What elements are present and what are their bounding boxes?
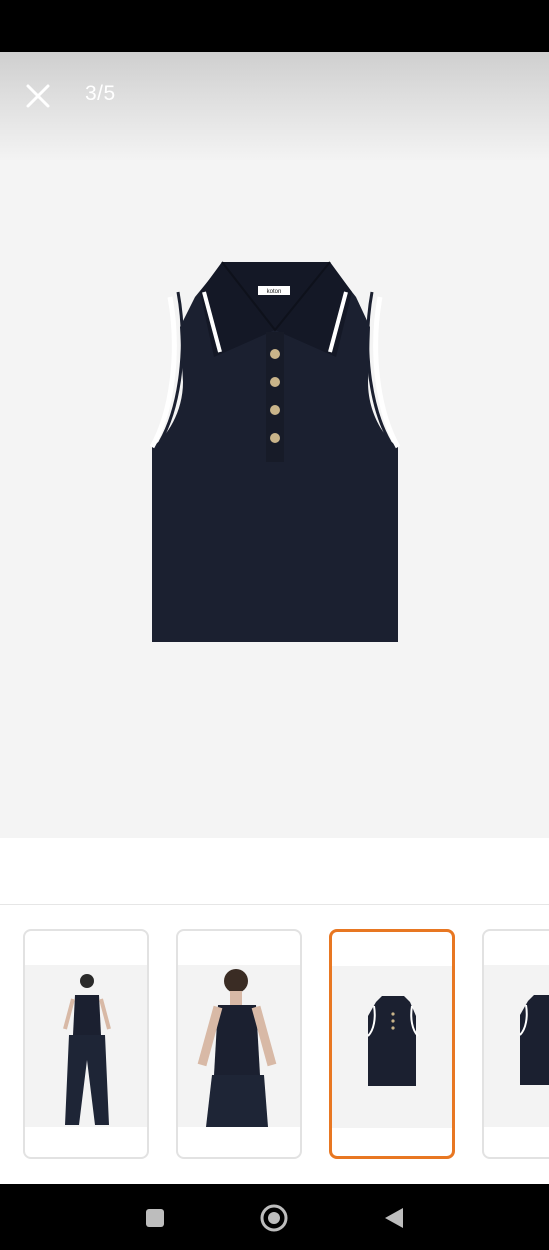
garment-label: koton <box>267 289 282 295</box>
status-bar <box>0 0 549 52</box>
top-gradient <box>0 52 549 162</box>
thumbnail-2[interactable] <box>176 929 302 1159</box>
thumbnail-image <box>25 965 147 1127</box>
spacer <box>0 838 549 904</box>
thumbnail-4[interactable] <box>482 929 549 1159</box>
thumbnail-1[interactable] <box>23 929 149 1159</box>
back-button[interactable] <box>377 1201 411 1235</box>
home-button[interactable] <box>257 1201 291 1235</box>
close-icon <box>26 84 50 108</box>
thumbnail-strip[interactable] <box>0 904 549 1185</box>
recents-button[interactable] <box>138 1201 172 1235</box>
close-button[interactable] <box>20 78 56 114</box>
square-icon <box>146 1209 164 1227</box>
image-counter: 3/5 <box>85 82 116 105</box>
product-image: koton <box>149 261 401 642</box>
thumbnail-image <box>332 966 452 1128</box>
thumbnail-image <box>178 965 300 1127</box>
circle-icon <box>260 1204 288 1232</box>
thumbnail-3[interactable] <box>329 929 455 1159</box>
image-viewer[interactable]: 3/5 koton <box>0 52 549 838</box>
system-nav-bar <box>0 1184 549 1250</box>
thumbnail-image <box>484 965 549 1127</box>
triangle-back-icon <box>385 1208 403 1228</box>
